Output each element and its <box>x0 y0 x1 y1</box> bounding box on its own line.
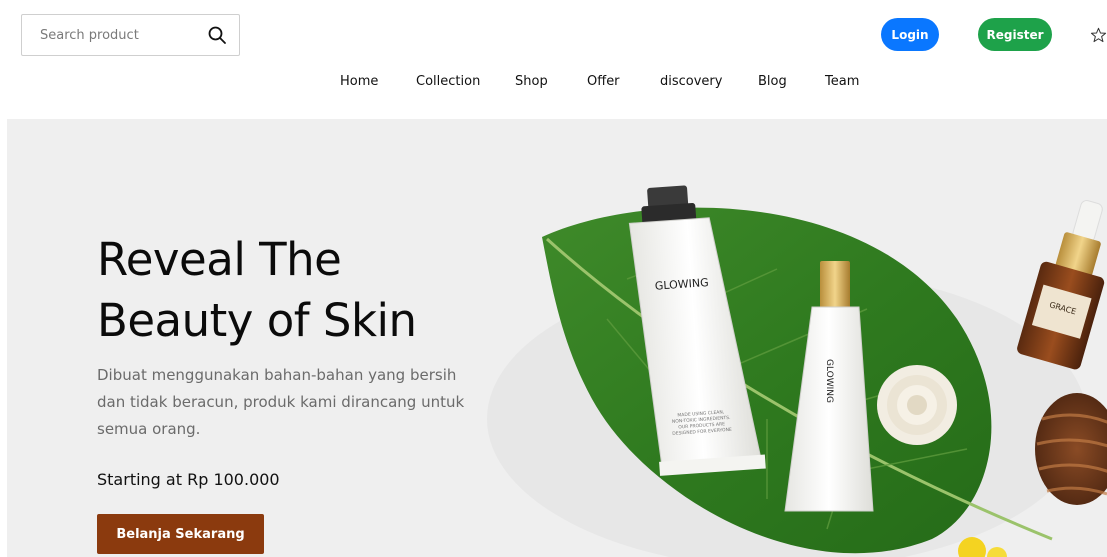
yellow-flower-image <box>958 537 1007 557</box>
nav-item-discovery[interactable]: discovery <box>660 74 722 89</box>
main-nav: Home Collection Shop Offer discovery Blo… <box>0 74 1107 94</box>
hero-price: Starting at Rp 100.000 <box>97 470 280 489</box>
nav-item-team[interactable]: Team <box>825 74 859 89</box>
register-button[interactable]: Register <box>978 18 1052 51</box>
serum-bottle-image: GRACE <box>1017 200 1105 370</box>
nav-item-blog[interactable]: Blog <box>758 74 787 89</box>
hero-title-line2: Beauty of Skin <box>97 294 417 347</box>
hero-banner: GLOWING MADE USING CLEAN, NON-TOXIC INGR… <box>7 119 1107 557</box>
tube-small-label: GLOWING <box>824 359 834 403</box>
search-input[interactable] <box>22 15 192 55</box>
nav-item-shop[interactable]: Shop <box>515 74 548 89</box>
hero-title: Reveal The Beauty of Skin <box>97 229 517 351</box>
shop-now-button[interactable]: Belanja Sekarang <box>97 514 264 554</box>
search-icon[interactable] <box>207 25 227 45</box>
flower-image <box>877 365 957 445</box>
nav-item-home[interactable]: Home <box>340 74 378 89</box>
nav-item-collection[interactable]: Collection <box>416 74 480 89</box>
star-icon[interactable] <box>1090 24 1107 46</box>
hero-description: Dibuat menggunakan bahan-bahan yang bers… <box>97 366 465 438</box>
hero-title-line1: Reveal The <box>97 233 342 286</box>
search-box[interactable] <box>21 14 240 56</box>
nav-item-offer[interactable]: Offer <box>587 74 620 89</box>
login-button[interactable]: Login <box>881 18 939 51</box>
